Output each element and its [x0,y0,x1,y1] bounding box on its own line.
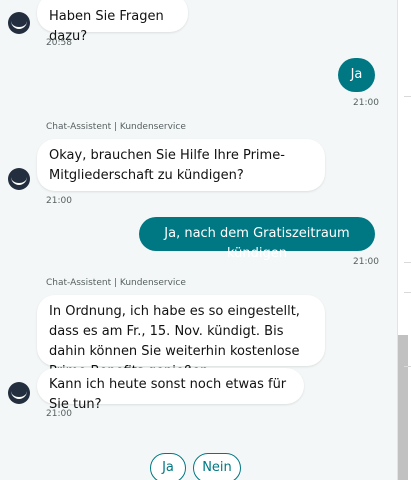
user-message: Ja [338,58,375,92]
assistant-message: In Ordnung, ich habe es so eingestellt, … [37,295,325,379]
assistant-avatar-icon [8,12,30,34]
message-text: Okay, brauchen Sie Hilfe Ihre Prime-Mitg… [49,148,285,183]
quick-reply-yes-button[interactable]: Ja [150,453,186,480]
divider [404,292,411,293]
message-text: Kann ich heute sonst noch etwas für Sie … [49,377,287,412]
sender-label: Chat-Assistent | Kundenservice [46,122,186,132]
assistant-message: Haben Sie Fragen dazu? [37,0,188,44]
divider [404,96,411,97]
message-timestamp: 21:00 [46,409,72,419]
message-timestamp: 21:00 [353,257,379,267]
sender-label: Chat-Assistent | Kundenservice [46,278,186,288]
scrollbar-thumb[interactable] [398,335,408,480]
message-text: Ja, nach dem Gratiszeitraum kündigen [164,226,350,261]
user-message: Ja, nach dem Gratiszeitraum kündigen [139,217,375,261]
divider [404,366,411,367]
assistant-avatar-icon [8,168,30,190]
divider [404,262,411,263]
message-timestamp: 21:00 [353,98,379,108]
assistant-message: Kann ich heute sonst noch etwas für Sie … [37,368,304,412]
message-timestamp: 21:00 [46,196,72,206]
chat-transcript[interactable]: Haben Sie Fragen dazu? 20:58 Ja 21:00 Ch… [0,0,397,480]
message-text: Ja [350,67,363,82]
assistant-message: Okay, brauchen Sie Hilfe Ihre Prime-Mitg… [37,139,325,191]
quick-reply-no-button[interactable]: Nein [193,453,241,480]
assistant-avatar-icon [8,382,30,404]
message-timestamp: 20:58 [46,38,72,48]
